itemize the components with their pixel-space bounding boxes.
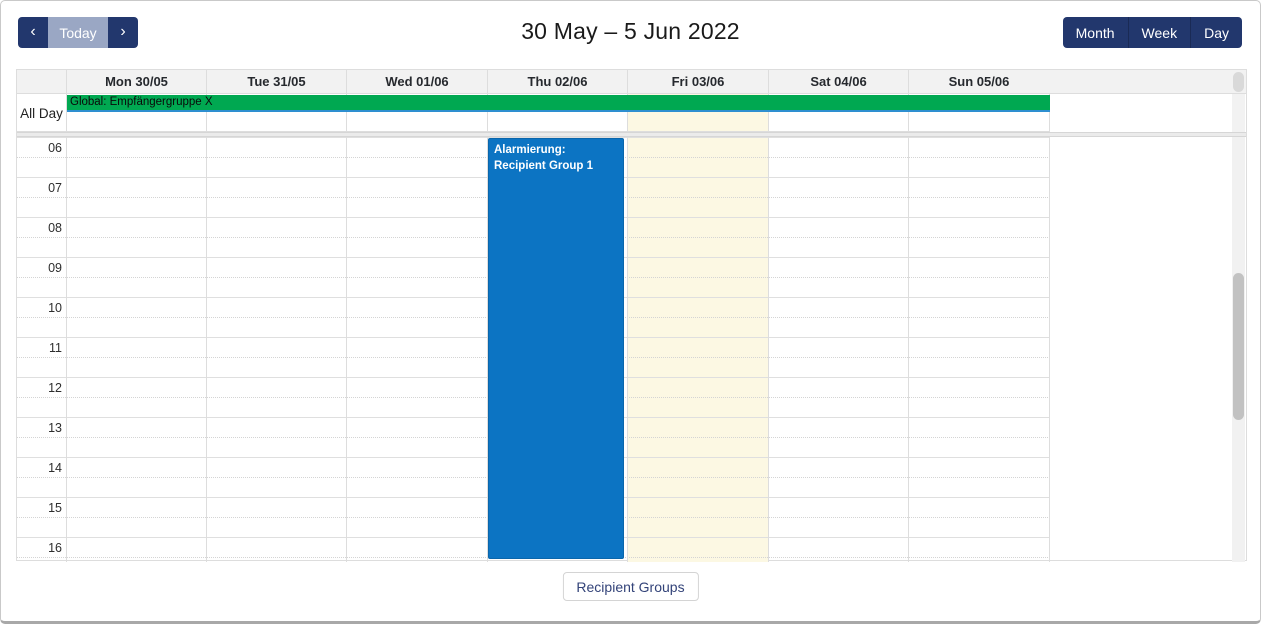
week-calendar: Mon 30/05 Tue 31/05 Wed 01/06 Thu 02/06 … bbox=[16, 69, 1247, 561]
hour-label: 08 bbox=[17, 221, 62, 235]
hour-label: 11 bbox=[17, 341, 62, 355]
view-week-button[interactable]: Week bbox=[1128, 17, 1191, 48]
day-header-mon: Mon 30/05 bbox=[66, 70, 206, 93]
calendar-app-window: ‹ Today › 30 May – 5 Jun 2022 Month Week… bbox=[0, 0, 1261, 624]
recipient-groups-button[interactable]: Recipient Groups bbox=[562, 572, 698, 601]
header-filler bbox=[1049, 70, 1246, 93]
hour-label: 15 bbox=[17, 501, 62, 515]
hour-label: 07 bbox=[17, 181, 62, 195]
day-header-row: Mon 30/05 Tue 31/05 Wed 01/06 Thu 02/06 … bbox=[17, 70, 1246, 94]
day-header-sat: Sat 04/06 bbox=[768, 70, 908, 93]
header-gutter bbox=[17, 70, 66, 93]
day-header-wed: Wed 01/06 bbox=[346, 70, 487, 93]
timed-event-alarmierung-recipient-group-1[interactable]: Alarmierung: Recipient Group 1 bbox=[488, 138, 624, 559]
all-day-scrollbar-track[interactable] bbox=[1232, 94, 1245, 132]
hour-label: 10 bbox=[17, 301, 62, 315]
all-day-row: Global: Empfängergruppe X bbox=[17, 94, 1050, 132]
all-day-event-global-empfaengergruppe-x[interactable]: Global: Empfängergruppe X bbox=[67, 95, 1050, 112]
day-header-thu: Thu 02/06 bbox=[487, 70, 627, 93]
hour-label: 14 bbox=[17, 461, 62, 475]
day-header-tue: Tue 31/05 bbox=[206, 70, 346, 93]
vertical-scrollbar-track[interactable] bbox=[1232, 137, 1245, 562]
header-scrollbar-thumb[interactable] bbox=[1233, 72, 1244, 92]
hour-label: 13 bbox=[17, 421, 62, 435]
view-month-button[interactable]: Month bbox=[1063, 17, 1128, 48]
day-header-fri: Fri 03/06 bbox=[627, 70, 768, 93]
vertical-scrollbar-thumb[interactable] bbox=[1233, 273, 1244, 420]
hour-label: 16 bbox=[17, 541, 62, 555]
hour-label: 06 bbox=[17, 141, 62, 155]
view-switcher-group: Month Week Day bbox=[1063, 17, 1242, 48]
time-grid[interactable]: 06 07 08 09 10 11 12 13 bbox=[17, 137, 1050, 562]
hour-label: 12 bbox=[17, 381, 62, 395]
day-header-sun: Sun 05/06 bbox=[908, 70, 1049, 93]
hour-label: 09 bbox=[17, 261, 62, 275]
view-day-button[interactable]: Day bbox=[1190, 17, 1242, 48]
